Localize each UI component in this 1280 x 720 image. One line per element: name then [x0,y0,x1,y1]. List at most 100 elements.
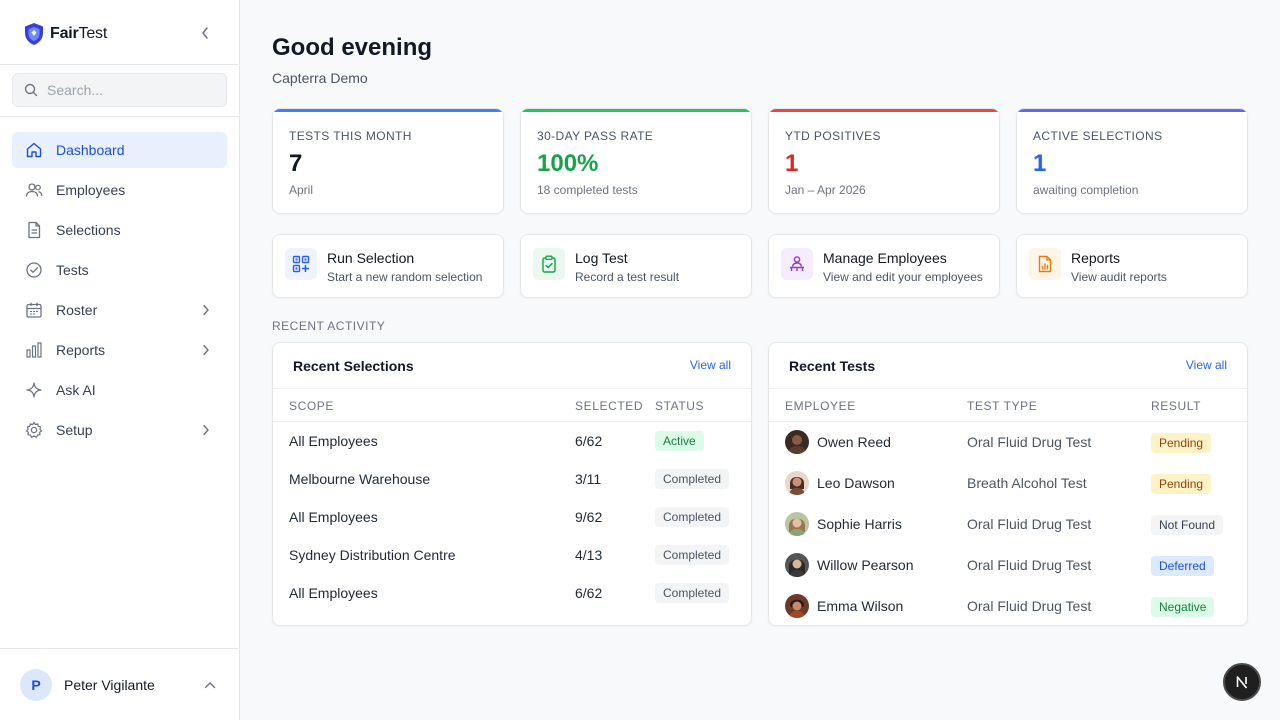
org-chart-icon [781,248,813,280]
employee-avatar [785,430,809,454]
table-row[interactable]: Sophie Harris Oral Fluid Drug Test Not F… [769,504,1247,545]
stat-card-active-selections: ACTIVE SELECTIONS 1 awaiting completion [1016,108,1248,214]
reports-button[interactable]: Reports View audit reports [1016,234,1248,298]
selected-cell: 6/62 [575,433,603,449]
selected-cell: 9/62 [575,509,603,525]
employee-avatar [785,471,809,495]
stat-label: 30-DAY PASS RATE [537,129,654,143]
scope-cell: Sydney Distribution Centre [289,547,456,563]
document-icon [25,221,43,239]
bar-chart-icon [25,341,43,359]
column-header-employee: EMPLOYEE [785,399,856,413]
stat-value: 100% [537,150,599,177]
sidebar: FairTest Dashboard Employees Selections … [0,0,240,720]
chevron-right-icon [199,343,213,357]
calendar-icon [25,301,43,319]
sidebar-item-label: Ask AI [56,382,96,398]
sidebar-item-ask-ai[interactable]: Ask AI [12,372,227,408]
status-badge: Completed [655,583,730,603]
result-badge: Not Found [1151,515,1224,535]
stat-subtext: Jan – Apr 2026 [785,183,866,197]
test-type-cell: Oral Fluid Drug Test [967,516,1092,532]
stat-label: YTD POSITIVES [785,129,881,143]
sidebar-item-label: Tests [56,262,89,278]
stat-card-ytd-positives: YTD POSITIVES 1 Jan – Apr 2026 [768,108,1000,214]
section-heading-recent-activity: RECENT ACTIVITY [272,319,386,333]
sidebar-item-selections[interactable]: Selections [12,212,227,248]
search-input[interactable] [47,82,207,98]
view-all-tests-link[interactable]: View all [1186,358,1227,372]
stat-card-tests-this-month: TESTS THIS MONTH 7 April [272,108,504,214]
action-subtitle: View and edit your employees [823,270,983,284]
search-icon [24,83,38,97]
table-row[interactable]: Leo Dawson Breath Alcohol Test Pending [769,463,1247,504]
view-all-selections-link[interactable]: View all [690,358,731,372]
stat-value: 7 [289,150,303,177]
sidebar-item-label: Roster [56,302,98,318]
table-row[interactable]: All Employees 6/62 Completed [273,574,751,612]
main-content: Good evening Capterra Demo TESTS THIS MO… [240,0,1280,720]
stat-card-pass-rate: 30-DAY PASS RATE 100% 18 completed tests [520,108,752,214]
clipboard-check-icon [533,248,565,280]
divider [0,116,239,117]
divider [0,64,239,65]
employee-avatar [785,594,809,618]
table-row[interactable]: All Employees 9/62 Completed [273,498,751,536]
log-test-button[interactable]: Log Test Record a test result [520,234,752,298]
sidebar-item-label: Setup [56,422,93,438]
action-subtitle: Start a new random selection [327,270,483,284]
next-dev-tools-button[interactable]: N [1223,663,1261,701]
scope-cell: All Employees [289,585,378,601]
collapse-sidebar-button[interactable] [195,24,215,42]
sidebar-item-setup[interactable]: Setup [12,412,227,448]
table-row[interactable]: Willow Pearson Oral Fluid Drug Test Defe… [769,545,1247,586]
result-badge: Pending [1151,433,1212,453]
stat-accent-bar [273,109,503,112]
user-menu[interactable]: P Peter Vigilante [0,648,239,720]
chevron-up-icon[interactable] [203,678,217,692]
action-title: Manage Employees [823,250,947,266]
table-row[interactable]: Melbourne Warehouse 3/11 Completed [273,460,751,498]
scope-cell: All Employees [289,509,378,525]
status-badge: Completed [655,469,730,489]
stat-value: 1 [785,150,799,177]
chevron-left-icon [202,27,208,39]
table-row[interactable]: Emma Wilson Oral Fluid Drug Test Negativ… [769,586,1247,625]
organization-name: Capterra Demo [272,70,368,86]
users-icon [25,181,43,199]
sidebar-item-employees[interactable]: Employees [12,172,227,208]
column-header-test-type: TEST TYPE [967,399,1038,413]
sidebar-item-dashboard[interactable]: Dashboard [12,132,227,168]
selected-cell: 4/13 [575,547,603,563]
stat-subtext: awaiting completion [1033,183,1139,197]
sidebar-item-tests[interactable]: Tests [12,252,227,288]
sidebar-item-label: Reports [56,342,106,358]
chevron-right-icon [199,423,213,437]
test-type-cell: Oral Fluid Drug Test [967,557,1092,573]
sidebar-item-reports[interactable]: Reports [12,332,227,368]
chevron-right-icon [199,303,213,317]
shield-logo-icon [25,23,43,45]
action-title: Log Test [575,250,628,266]
stat-label: ACTIVE SELECTIONS [1033,129,1163,143]
column-header-status: STATUS [655,399,705,413]
table-row[interactable]: All Employees 6/62 Active [273,422,751,460]
user-name: Peter Vigilante [64,677,155,693]
table-row[interactable]: Owen Reed Oral Fluid Drug Test Pending [769,422,1247,463]
search-box[interactable] [12,73,227,107]
selected-cell: 6/62 [575,585,603,601]
run-selection-button[interactable]: Run Selection Start a new random selecti… [272,234,504,298]
selected-cell: 3/11 [575,471,602,487]
employee-name: Sophie Harris [817,516,902,532]
sidebar-item-roster[interactable]: Roster [12,292,227,328]
scope-cell: Melbourne Warehouse [289,471,431,487]
sidebar-item-label: Dashboard [56,142,125,158]
brand-logo[interactable]: FairTest [24,21,107,47]
manage-employees-button[interactable]: Manage Employees View and edit your empl… [768,234,1000,298]
report-file-icon [1029,248,1061,280]
table-header: SCOPE SELECTED STATUS [273,388,751,422]
table-row[interactable]: Sydney Distribution Centre 4/13 Complete… [273,536,751,574]
gear-icon [25,421,43,439]
employee-name: Leo Dawson [817,475,895,491]
stat-subtext: April [289,183,314,197]
